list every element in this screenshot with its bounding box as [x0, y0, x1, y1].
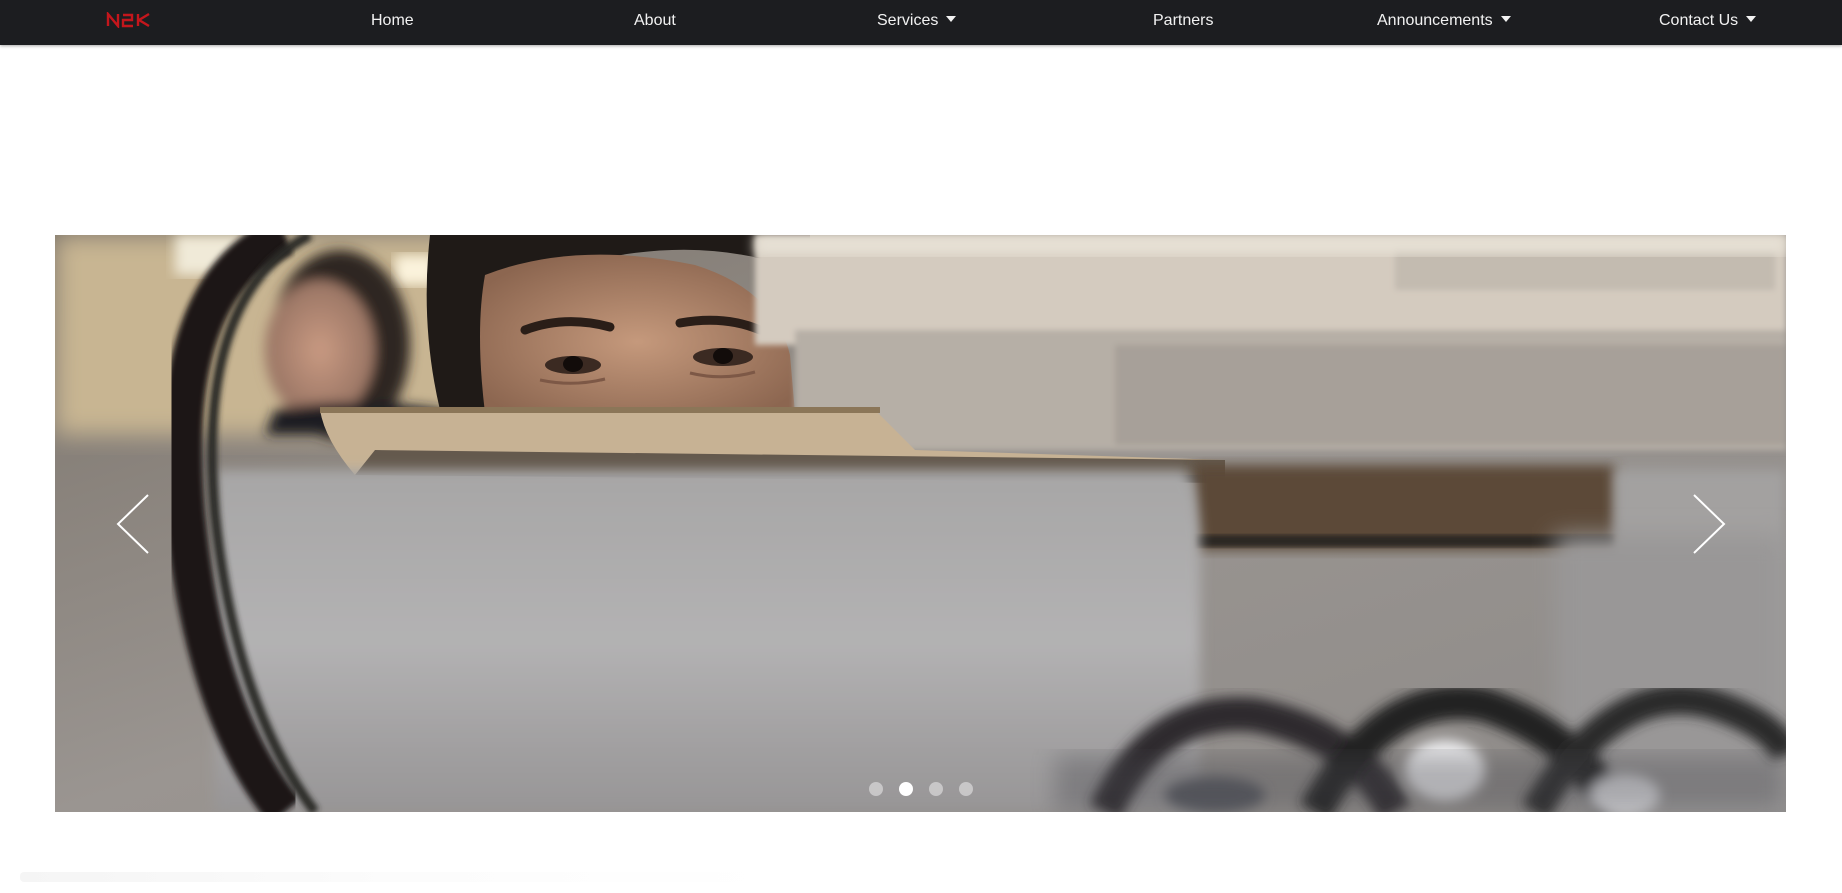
hero-slide-image — [55, 235, 1786, 812]
nav-contact-label: Contact Us — [1659, 12, 1739, 29]
carousel-dot-4[interactable] — [958, 782, 973, 796]
nav-announcements-dropdown[interactable]: Announcements — [1377, 0, 1511, 41]
carousel-prev-button[interactable] — [115, 492, 155, 562]
carousel-next-button[interactable] — [1687, 492, 1727, 562]
carousel-dot-3[interactable] — [928, 782, 943, 796]
nav-services-dropdown[interactable]: Services — [877, 0, 957, 41]
nav-home[interactable]: Home — [371, 0, 414, 41]
carousel-dot-2[interactable] — [898, 782, 913, 796]
carousel-indicators — [55, 782, 1786, 796]
nav-partners-label: Partners — [1153, 12, 1214, 29]
chevron-left-icon — [116, 494, 149, 554]
caret-down-icon — [1500, 16, 1511, 22]
nav-partners[interactable]: Partners — [1153, 0, 1213, 41]
faded-content-below — [20, 872, 780, 882]
chevron-right-icon — [1693, 494, 1726, 554]
carousel-dot-1[interactable] — [868, 782, 883, 796]
nav-services-label: Services — [877, 12, 939, 29]
top-navigation-bar: Home About Services Partners Announcemen… — [0, 0, 1842, 45]
nav-contact-dropdown[interactable]: Contact Us — [1659, 0, 1757, 41]
brand-logo[interactable] — [106, 12, 150, 28]
hero-carousel — [55, 235, 1786, 812]
caret-down-icon — [1746, 16, 1757, 22]
nav-about-label: About — [634, 12, 676, 29]
nav-announcements-label: Announcements — [1377, 12, 1493, 29]
caret-down-icon — [946, 16, 957, 22]
nav-about[interactable]: About — [634, 0, 676, 41]
nav-home-label: Home — [371, 12, 414, 29]
